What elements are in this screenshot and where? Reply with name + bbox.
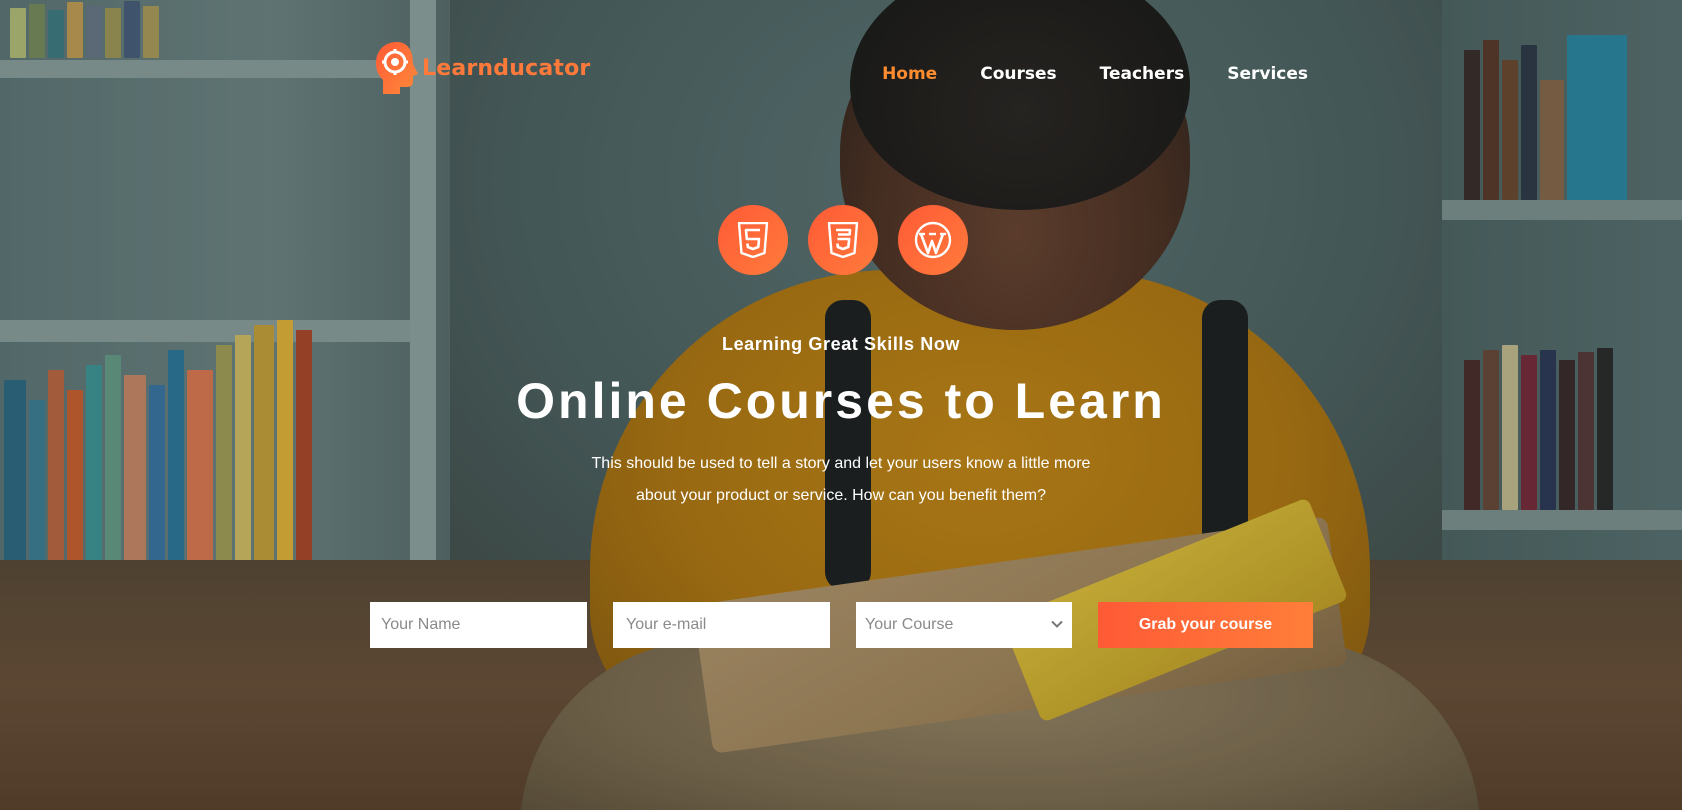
wordpress-icon — [898, 205, 968, 275]
hero-description: This should be used to tell a story and … — [541, 448, 1141, 512]
nav-item-home[interactable]: Home — [882, 64, 937, 84]
brand-logo[interactable]: Learnducator — [374, 40, 590, 96]
course-select[interactable]: Your Course — [856, 602, 1072, 648]
head-gear-icon — [374, 40, 420, 96]
hero-headline: Online Courses to Learn — [516, 373, 1166, 429]
grab-course-button[interactable]: Grab your course — [1098, 602, 1313, 648]
nav-item-courses[interactable]: Courses — [980, 64, 1056, 84]
course-select-value: Your Course — [865, 616, 954, 633]
hero-kicker: Learning Great Skills Now — [721, 334, 961, 354]
main-nav: Home Courses Teachers Services — [882, 64, 1308, 84]
css3-icon — [808, 205, 878, 275]
nav-item-teachers[interactable]: Teachers — [1100, 64, 1185, 84]
hero-description-line: This should be used to tell a story and … — [591, 455, 1091, 472]
technology-icons — [718, 205, 968, 275]
chevron-down-icon — [1050, 617, 1064, 631]
email-input[interactable] — [613, 602, 830, 648]
name-input[interactable] — [370, 602, 587, 648]
course-signup-form: Your Course Grab your course — [370, 602, 1313, 648]
nav-item-services[interactable]: Services — [1227, 64, 1308, 84]
brand-name: Learnducator — [422, 55, 591, 81]
html5-icon — [718, 205, 788, 275]
hero-description-line: about your product or service. How can y… — [636, 487, 1046, 504]
